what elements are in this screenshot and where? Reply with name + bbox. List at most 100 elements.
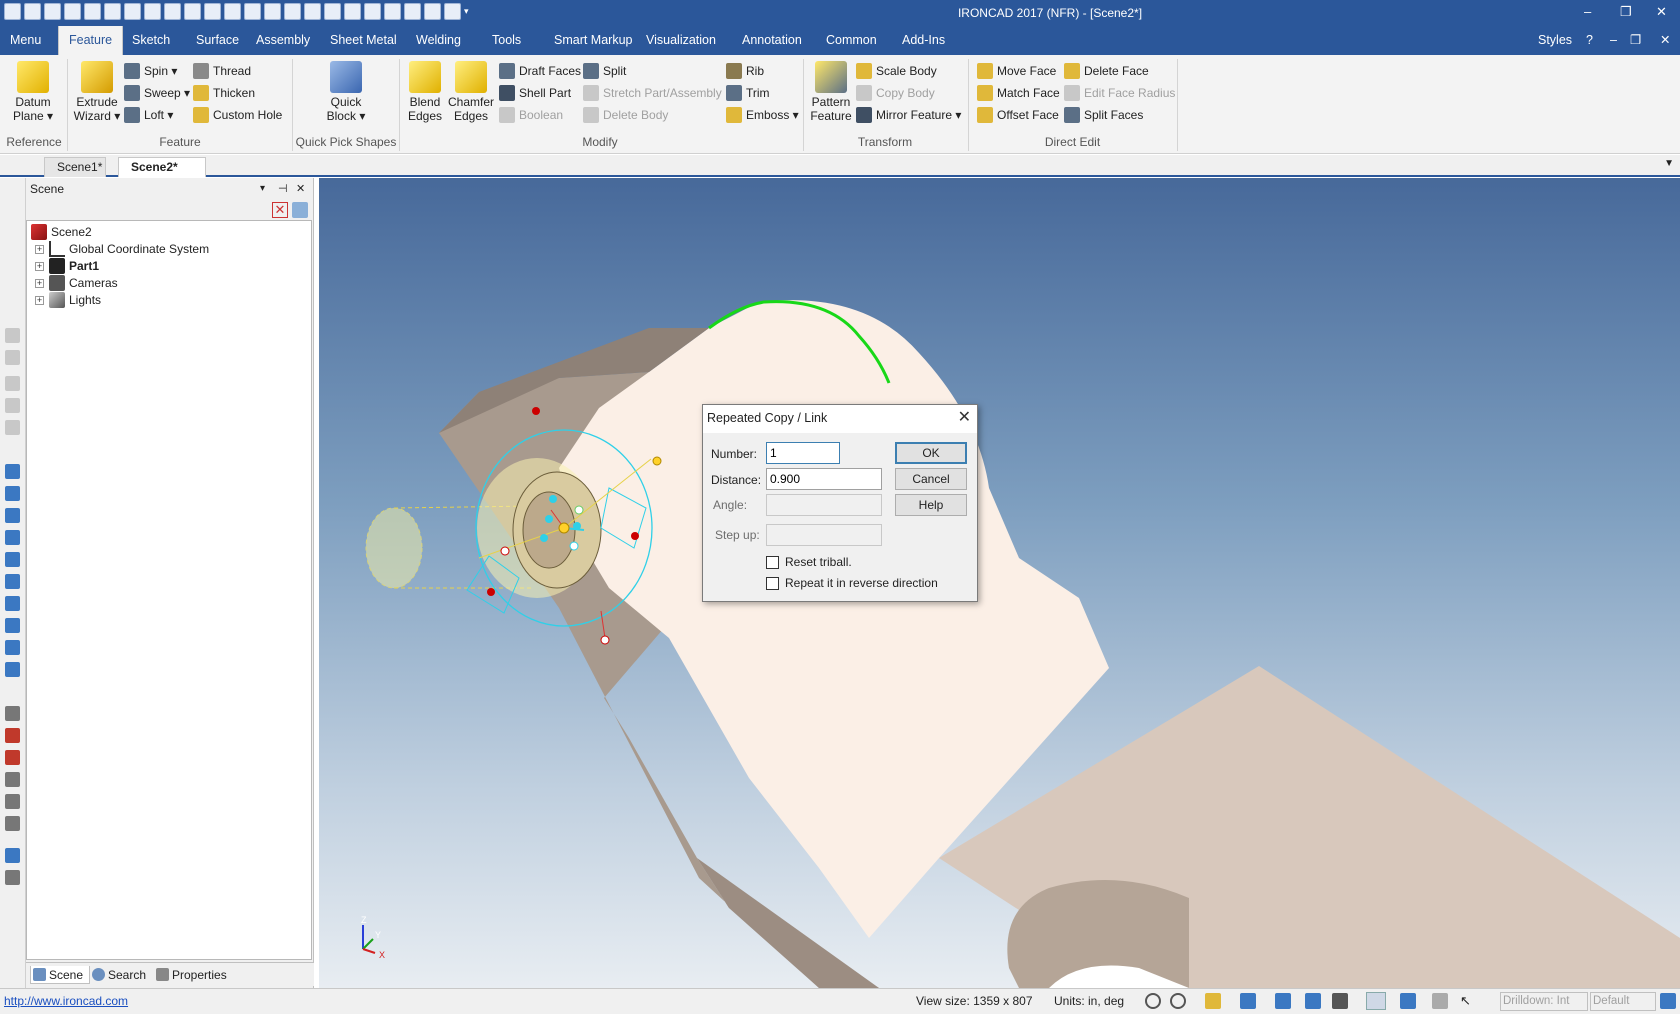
back-view-icon[interactable] xyxy=(5,486,20,501)
delete-body-button[interactable]: Delete Body xyxy=(583,106,668,124)
tab-add-ins[interactable]: Add-Ins xyxy=(892,26,955,55)
properties-icon[interactable] xyxy=(344,3,361,20)
triball-handle[interactable] xyxy=(569,541,579,551)
selection-filter-icon[interactable] xyxy=(1366,992,1386,1010)
doc-tabs-dropdown-icon[interactable]: ▼ xyxy=(1664,158,1674,169)
distance-input[interactable] xyxy=(766,468,882,490)
triball-handle[interactable] xyxy=(600,635,610,645)
layout-icon[interactable] xyxy=(1660,993,1676,1009)
help-menu-icon[interactable]: ? xyxy=(1586,26,1593,55)
delete-face-button[interactable]: Delete Face xyxy=(1064,62,1149,80)
draft-faces-button[interactable]: Draft Faces xyxy=(499,62,581,80)
cancel-button[interactable]: Cancel xyxy=(895,468,967,490)
circle-tool-icon[interactable] xyxy=(5,794,20,809)
stretch-part-assembly-button[interactable]: Stretch Part/Assembly xyxy=(583,84,722,102)
mirror-feature-button[interactable]: Mirror Feature ▾ xyxy=(856,106,961,124)
view-cube-icon[interactable] xyxy=(1240,993,1256,1009)
expand-icon[interactable]: + xyxy=(35,262,44,271)
measure-icon[interactable] xyxy=(444,3,461,20)
paste-icon[interactable] xyxy=(244,3,261,20)
expand-icon[interactable]: + xyxy=(35,296,44,305)
tab-surface[interactable]: Surface xyxy=(186,26,249,55)
close-button[interactable]: ✕ xyxy=(1656,4,1667,20)
layers-icon[interactable] xyxy=(384,3,401,20)
expand-icon[interactable]: + xyxy=(35,245,44,254)
shell-part-button[interactable]: Shell Part xyxy=(499,84,571,102)
view-4-icon[interactable] xyxy=(5,398,20,413)
custom-hole-button[interactable]: Custom Hole xyxy=(193,106,282,124)
triball-handle[interactable] xyxy=(487,588,495,596)
list-icon[interactable] xyxy=(364,3,381,20)
tree-node-global-coordinate-system[interactable]: + Global Coordinate System xyxy=(35,240,209,258)
tree-node-part1[interactable]: + Part1 xyxy=(35,257,99,275)
new-drawing-icon[interactable] xyxy=(64,3,81,20)
stepup-input[interactable] xyxy=(766,524,882,546)
triball-handle[interactable] xyxy=(574,505,584,515)
sweep-button[interactable]: Sweep ▾ xyxy=(124,84,190,102)
tab-sketch[interactable]: Sketch xyxy=(122,26,180,55)
tab-menu[interactable]: Menu xyxy=(0,26,51,55)
triball-handle[interactable] xyxy=(549,495,557,503)
triball-handle[interactable] xyxy=(573,522,581,530)
triball-icon[interactable] xyxy=(324,3,341,20)
default-select[interactable]: Default xyxy=(1590,992,1656,1011)
help-icon[interactable] xyxy=(404,3,421,20)
clear-filter-icon[interactable]: ✕ xyxy=(272,202,288,218)
iso-view-icon[interactable] xyxy=(5,596,20,611)
snap-tool-2-icon[interactable] xyxy=(5,750,20,765)
tab-visualization[interactable]: Visualization xyxy=(636,26,726,55)
edit-face-radius-button[interactable]: Edit Face Radius xyxy=(1064,84,1175,102)
front-view-icon[interactable] xyxy=(5,464,20,479)
tab-assembly[interactable]: Assembly xyxy=(246,26,320,55)
glasses-icon[interactable] xyxy=(1332,993,1348,1009)
copy-icon[interactable] xyxy=(224,3,241,20)
filter-icon[interactable] xyxy=(292,202,308,218)
iso-view-3-icon[interactable] xyxy=(5,640,20,655)
cut-icon[interactable] xyxy=(204,3,221,20)
orbit-icon[interactable] xyxy=(1275,993,1291,1009)
mdi-restore-button[interactable]: ❐ xyxy=(1630,26,1641,55)
minimize-button[interactable]: – xyxy=(1584,4,1591,19)
zoom-icon[interactable] xyxy=(1145,993,1161,1009)
doc-tab-scene1[interactable]: Scene1* xyxy=(44,157,106,177)
loft-button[interactable]: Loft ▾ xyxy=(124,106,173,124)
undo-icon[interactable] xyxy=(264,3,281,20)
thicken-button[interactable]: Thicken xyxy=(193,84,255,102)
ok-button[interactable]: OK xyxy=(895,442,967,464)
view-icon[interactable] xyxy=(5,328,20,343)
doc-tab-scene2[interactable]: Scene2* ✕ xyxy=(118,157,206,192)
render-mode-icon[interactable] xyxy=(1205,993,1221,1009)
emboss-button[interactable]: Emboss ▾ xyxy=(726,106,799,124)
boolean-button[interactable]: Boolean xyxy=(499,106,563,124)
tab-tools[interactable]: Tools xyxy=(482,26,531,55)
move-face-button[interactable]: Move Face xyxy=(977,62,1056,80)
blend-edges-button[interactable]: Blend Edges xyxy=(404,61,446,123)
open-folder-icon[interactable] xyxy=(124,3,141,20)
styles-menu[interactable]: Styles xyxy=(1528,26,1582,55)
trim-button[interactable]: Trim xyxy=(726,84,770,102)
tab-welding[interactable]: Welding xyxy=(406,26,471,55)
thread-button[interactable]: Thread xyxy=(193,62,251,80)
circle-tool-2-icon[interactable] xyxy=(5,816,20,831)
mdi-close-button[interactable]: ✕ xyxy=(1660,26,1670,55)
top-view-icon[interactable] xyxy=(5,552,20,567)
curve-tool-icon[interactable] xyxy=(5,848,20,863)
app-menu-icon[interactable] xyxy=(4,3,21,20)
view-2-icon[interactable] xyxy=(5,350,20,365)
3d-viewport[interactable]: Z Y X xyxy=(319,178,1680,988)
section-icon[interactable] xyxy=(1305,993,1321,1009)
iso-view-4-icon[interactable] xyxy=(5,662,20,677)
dialog-close-icon[interactable]: ✕ xyxy=(958,409,971,427)
pin-icon[interactable]: ⊣ xyxy=(278,178,288,200)
match-face-button[interactable]: Match Face xyxy=(977,84,1060,102)
view-5-icon[interactable] xyxy=(5,420,20,435)
scale-body-button[interactable]: Scale Body xyxy=(856,62,937,80)
tab-sheet-metal[interactable]: Sheet Metal xyxy=(320,26,407,55)
pane-dropdown-icon[interactable]: ▾ xyxy=(260,178,265,200)
redo-icon[interactable] xyxy=(284,3,301,20)
render-icon[interactable] xyxy=(304,3,321,20)
number-input[interactable] xyxy=(766,442,840,464)
angle-tool-icon[interactable] xyxy=(5,772,20,787)
help-button[interactable]: Help xyxy=(895,494,967,516)
angle-input[interactable] xyxy=(766,494,882,516)
